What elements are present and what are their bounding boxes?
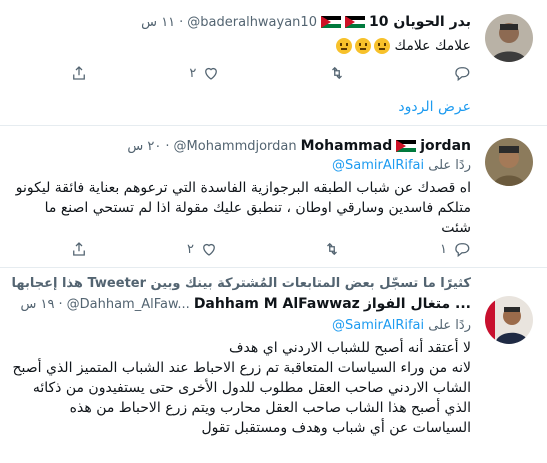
display-name[interactable]: jordan bbox=[420, 138, 471, 154]
retweet-icon bbox=[331, 66, 342, 80]
tweet-3[interactable]: كثيرًا ما تسجّل بعض المتابعات المُشتركة … bbox=[0, 268, 547, 463]
replying-to-mention[interactable]: @SamirAlRifai bbox=[332, 158, 424, 173]
separator-dot: · bbox=[179, 14, 184, 30]
tweet-text: علامك علامك bbox=[12, 36, 471, 56]
tweet-header: jordan Mohammad @Mohammdjordan · ٢٠ س bbox=[10, 138, 471, 154]
like-count: ٢ bbox=[189, 65, 197, 81]
like-button[interactable]: ٢ bbox=[187, 240, 218, 258]
tweet-1[interactable]: بدر الحويان 10 @baderalhwayan10 · ١١ س ع… bbox=[0, 0, 547, 126]
tweet-actions: ٢ bbox=[70, 64, 471, 82]
show-replies-link[interactable]: عرض الردود bbox=[398, 99, 471, 115]
tweet-text: اه قصدك عن شباب الطبقه البرجوازية الفاسد… bbox=[15, 180, 471, 236]
display-name-part: jordan bbox=[420, 138, 471, 154]
reply-count: ١ bbox=[440, 241, 447, 257]
timestamp[interactable]: ٢٠ س bbox=[127, 139, 161, 154]
reply-button[interactable]: ١ bbox=[440, 240, 471, 258]
timestamp[interactable]: ١٩ س bbox=[21, 297, 55, 312]
social-context-notice: كثيرًا ما تسجّل بعض المتابعات المُشتركة … bbox=[10, 276, 471, 291]
tweet-text: لا أعتقد أنه أصبح للشباب الاردني اي هدف … bbox=[12, 340, 471, 436]
reply-icon bbox=[455, 243, 470, 258]
display-name[interactable]: Dahham M AlFawwaz bbox=[194, 296, 360, 312]
separator-dot: · bbox=[165, 138, 170, 154]
reply-button[interactable] bbox=[447, 64, 471, 82]
share-icon bbox=[73, 66, 85, 80]
like-button[interactable]: ٢ bbox=[189, 64, 220, 82]
replying-to-label: ردًا على bbox=[428, 158, 471, 173]
jordan-flag-icon bbox=[396, 139, 417, 153]
tweet-text-content: علامك علامك bbox=[394, 38, 471, 54]
heart-icon bbox=[203, 243, 215, 256]
display-name[interactable]: بدر الحويان 10 bbox=[369, 14, 471, 30]
tweet-actions: ١ ٢ bbox=[70, 240, 471, 258]
tweet-header: بدر الحويان 10 @baderalhwayan10 · ١١ س bbox=[10, 14, 471, 30]
user-handle[interactable]: @Mohammdjordan bbox=[174, 139, 297, 154]
like-count: ٢ bbox=[187, 241, 195, 257]
replying-to: ردًا على @SamirAlRifai bbox=[332, 318, 471, 333]
jordan-flag-icon bbox=[344, 15, 365, 29]
replying-to: ردًا على @SamirAlRifai bbox=[332, 158, 471, 173]
retweet-button[interactable] bbox=[317, 240, 341, 258]
share-icon bbox=[73, 242, 85, 256]
avatar[interactable] bbox=[485, 138, 533, 186]
thinking-face-emoji-icon bbox=[374, 38, 391, 54]
share-button[interactable] bbox=[70, 64, 88, 82]
display-name-suffix[interactable]: Mohammad bbox=[301, 138, 393, 154]
replying-to-label: ردًا على bbox=[428, 318, 471, 333]
avatar[interactable] bbox=[485, 14, 533, 62]
share-button[interactable] bbox=[70, 240, 88, 258]
thinking-face-emoji-icon bbox=[355, 38, 372, 54]
retweet-button[interactable] bbox=[322, 64, 346, 82]
thinking-face-emoji-icon bbox=[336, 38, 353, 54]
retweet-icon bbox=[327, 242, 337, 256]
avatar[interactable] bbox=[485, 296, 533, 344]
tweet-header: ... متغال الفواز Dahham M AlFawwaz @Dahh… bbox=[10, 296, 472, 312]
user-handle[interactable]: @baderalhwayan10 bbox=[187, 15, 317, 30]
user-handle[interactable]: @Dahham_AlFaw... bbox=[67, 297, 190, 312]
display-name-arabic[interactable]: ... متغال الفواز bbox=[364, 296, 471, 312]
separator-dot: · bbox=[58, 296, 63, 312]
jordan-flag-icon bbox=[320, 15, 341, 29]
heart-icon bbox=[205, 67, 218, 80]
tweet-2[interactable]: jordan Mohammad @Mohammdjordan · ٢٠ س رد… bbox=[0, 126, 547, 268]
timestamp[interactable]: ١١ س bbox=[141, 15, 175, 30]
replying-to-mention[interactable]: @SamirAlRifai bbox=[332, 318, 424, 333]
reply-icon bbox=[455, 67, 470, 82]
